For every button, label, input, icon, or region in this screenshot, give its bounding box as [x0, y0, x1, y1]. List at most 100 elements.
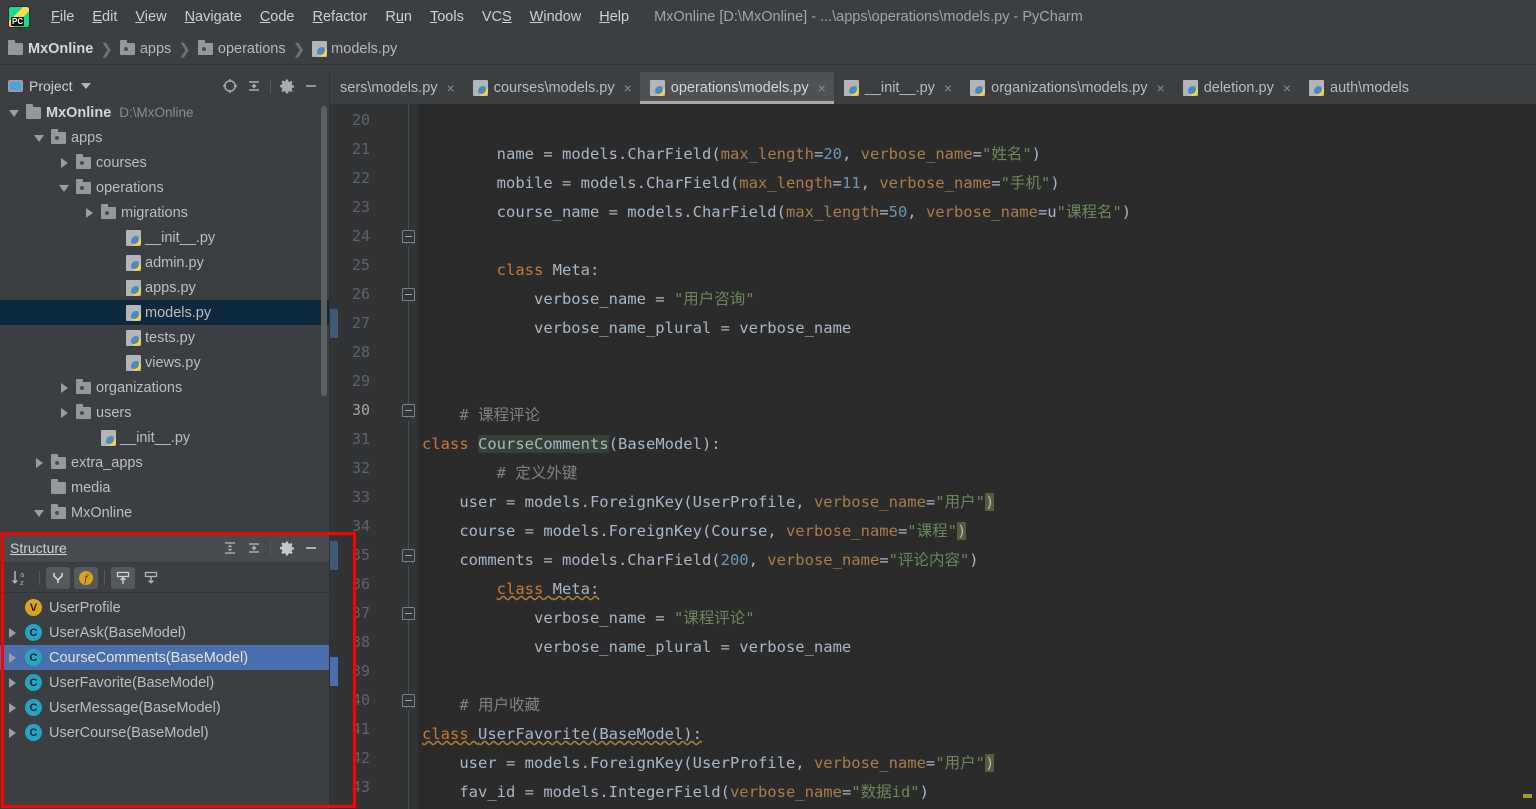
- editor-gutter[interactable]: 20 21 22 23 24 25 26 27 28 29 30 31 32 33 34 35 36 37 38 39…: [330, 104, 418, 809]
- project-tree-row[interactable]: extra_apps: [0, 450, 329, 475]
- project-tree-row[interactable]: admin.py: [0, 250, 329, 275]
- code-line[interactable]: course_name = models.CharField(max_lengt…: [418, 198, 1536, 227]
- code-line[interactable]: name = models.CharField(max_length=20, v…: [418, 140, 1536, 169]
- project-tree-row[interactable]: courses: [0, 150, 329, 175]
- project-tree-row[interactable]: __init__.py: [0, 225, 329, 250]
- code-line[interactable]: class CourseComments(BaseModel):: [418, 430, 1536, 459]
- project-tree-row[interactable]: apps.py: [0, 275, 329, 300]
- menu-item-help[interactable]: Help: [590, 7, 638, 27]
- project-tree-row[interactable]: apps: [0, 125, 329, 150]
- chevron-right-icon[interactable]: [4, 625, 20, 641]
- code-line[interactable]: # 课程评论: [418, 401, 1536, 430]
- code-line[interactable]: [418, 227, 1536, 256]
- code-line[interactable]: user = models.ForeignKey(UserProfile, ve…: [418, 488, 1536, 517]
- close-icon[interactable]: ×: [624, 81, 632, 95]
- menu-item-window[interactable]: Window: [521, 7, 591, 27]
- breadcrumb-item-mxonline[interactable]: MxOnline: [8, 39, 93, 57]
- chevron-right-icon[interactable]: [4, 700, 20, 716]
- chevron-down-icon[interactable]: [31, 130, 47, 146]
- chevron-down-icon[interactable]: [31, 505, 47, 521]
- code-line[interactable]: [418, 662, 1536, 691]
- menu-item-tools[interactable]: Tools: [421, 7, 473, 27]
- scroll-from-source-icon[interactable]: [111, 566, 135, 589]
- close-icon[interactable]: ×: [1283, 81, 1291, 95]
- menu-item-refactor[interactable]: Refactor: [304, 7, 377, 27]
- project-tree-row[interactable]: migrations: [0, 200, 329, 225]
- structure-tree[interactable]: V UserProfile C UserAsk(BaseModel) C CourseCo…: [0, 593, 329, 745]
- structure-toolbar[interactable]: az f: [0, 563, 329, 593]
- chevron-right-icon[interactable]: [4, 650, 20, 666]
- editor-tab---init---py[interactable]: __init__.py ×: [834, 72, 960, 104]
- project-tree-row[interactable]: MxOnline D:\MxOnline: [0, 100, 329, 125]
- close-icon[interactable]: ×: [1157, 81, 1165, 95]
- structure-row[interactable]: C UserMessage(BaseModel): [0, 695, 329, 720]
- hide-icon[interactable]: [300, 537, 322, 559]
- editor-tab-organizations-models-py[interactable]: organizations\models.py ×: [960, 72, 1173, 104]
- code-line[interactable]: class Meta:: [418, 575, 1536, 604]
- chevron-down-icon[interactable]: [80, 83, 91, 89]
- chevron-right-icon[interactable]: [56, 155, 72, 171]
- project-tree-row[interactable]: media: [0, 475, 329, 500]
- code-line[interactable]: # 用户收藏: [418, 691, 1536, 720]
- chevron-down-icon[interactable]: [56, 180, 72, 196]
- chevron-right-icon[interactable]: [56, 405, 72, 421]
- editor-tab-sers-models-py[interactable]: sers\models.py ×: [330, 72, 463, 104]
- code-line[interactable]: fav_id = models.IntegerField(verbose_nam…: [418, 778, 1536, 807]
- scroll-to-source-icon[interactable]: [139, 567, 163, 589]
- project-tree-row[interactable]: organizations: [0, 375, 329, 400]
- close-icon[interactable]: ×: [447, 81, 455, 95]
- project-tree[interactable]: MxOnline D:\MxOnline apps courses operations…: [0, 100, 329, 533]
- show-inherited-icon[interactable]: [46, 566, 70, 589]
- code-line[interactable]: comments = models.CharField(200, verbose…: [418, 546, 1536, 575]
- code-fold-collapse-icon[interactable]: [402, 694, 415, 707]
- menu-item-edit[interactable]: Edit: [83, 7, 126, 27]
- code-line[interactable]: verbose_name_plural = verbose_name: [418, 314, 1536, 343]
- menu-item-code[interactable]: Code: [251, 7, 304, 27]
- code-line[interactable]: verbose_name_plural = verbose_name: [418, 633, 1536, 662]
- chevron-right-icon[interactable]: [56, 380, 72, 396]
- code-line[interactable]: verbose_name = "用户咨询": [418, 285, 1536, 314]
- close-icon[interactable]: ×: [818, 81, 826, 95]
- menu-item-navigate[interactable]: Navigate: [176, 7, 251, 27]
- project-tree-row[interactable]: __init__.py: [0, 425, 329, 450]
- code-line[interactable]: [418, 372, 1536, 401]
- editor-tab-deletion-py[interactable]: deletion.py ×: [1173, 72, 1299, 104]
- structure-row[interactable]: C UserCourse(BaseModel): [0, 720, 329, 745]
- project-tree-scrollbar[interactable]: [321, 106, 327, 396]
- code-line[interactable]: mobile = models.CharField(max_length=11,…: [418, 169, 1536, 198]
- code-line[interactable]: # 定义外键: [418, 459, 1536, 488]
- project-tree-row[interactable]: tests.py: [0, 325, 329, 350]
- editor-warning-marker[interactable]: [1523, 794, 1532, 798]
- chevron-right-icon[interactable]: [4, 725, 20, 741]
- breadcrumb-item-apps[interactable]: apps: [119, 39, 171, 57]
- editor-tab-courses-models-py[interactable]: courses\models.py ×: [463, 72, 640, 104]
- breadcrumb-item-operations[interactable]: operations: [197, 39, 286, 57]
- code-fold-end-icon[interactable]: [402, 288, 415, 301]
- code-line[interactable]: course = models.ForeignKey(Course, verbo…: [418, 517, 1536, 546]
- chevron-down-icon[interactable]: [6, 105, 22, 121]
- code-editor[interactable]: 20 21 22 23 24 25 26 27 28 29 30 31 32 33 34 35 36 37 38 39…: [330, 104, 1536, 809]
- chevron-right-icon[interactable]: [81, 205, 97, 221]
- editor-tab-bar[interactable]: sers\models.py × courses\models.py × operati…: [330, 72, 1536, 104]
- code-fold-collapse-icon[interactable]: [402, 404, 415, 417]
- breadcrumb-item-models-py[interactable]: models.py: [312, 40, 397, 57]
- show-fields-icon[interactable]: f: [74, 566, 98, 589]
- breadcrumb[interactable]: MxOnline ❯ apps ❯ operations ❯ models.py: [0, 33, 1536, 65]
- menu-item-run[interactable]: Run: [376, 7, 421, 27]
- expand-all-icon[interactable]: [219, 537, 241, 559]
- project-tree-row[interactable]: MxOnline: [0, 500, 329, 525]
- hide-icon[interactable]: [300, 75, 322, 97]
- menu-item-file[interactable]: File: [42, 7, 83, 27]
- chevron-right-icon[interactable]: [31, 455, 47, 471]
- code-line[interactable]: user = models.ForeignKey(UserProfile, ve…: [418, 749, 1536, 778]
- project-tree-row[interactable]: models.py: [0, 300, 329, 325]
- collapse-all-icon[interactable]: [243, 75, 265, 97]
- sort-alphabetically-icon[interactable]: az: [9, 567, 33, 589]
- structure-row[interactable]: V UserProfile: [0, 595, 329, 620]
- chevron-right-icon[interactable]: [4, 675, 20, 691]
- code-fold-collapse-icon[interactable]: [402, 230, 415, 243]
- close-icon[interactable]: ×: [944, 81, 952, 95]
- menu-item-vcs[interactable]: VCS: [473, 7, 521, 27]
- menu-item-view[interactable]: View: [126, 7, 175, 27]
- project-tree-row[interactable]: operations: [0, 175, 329, 200]
